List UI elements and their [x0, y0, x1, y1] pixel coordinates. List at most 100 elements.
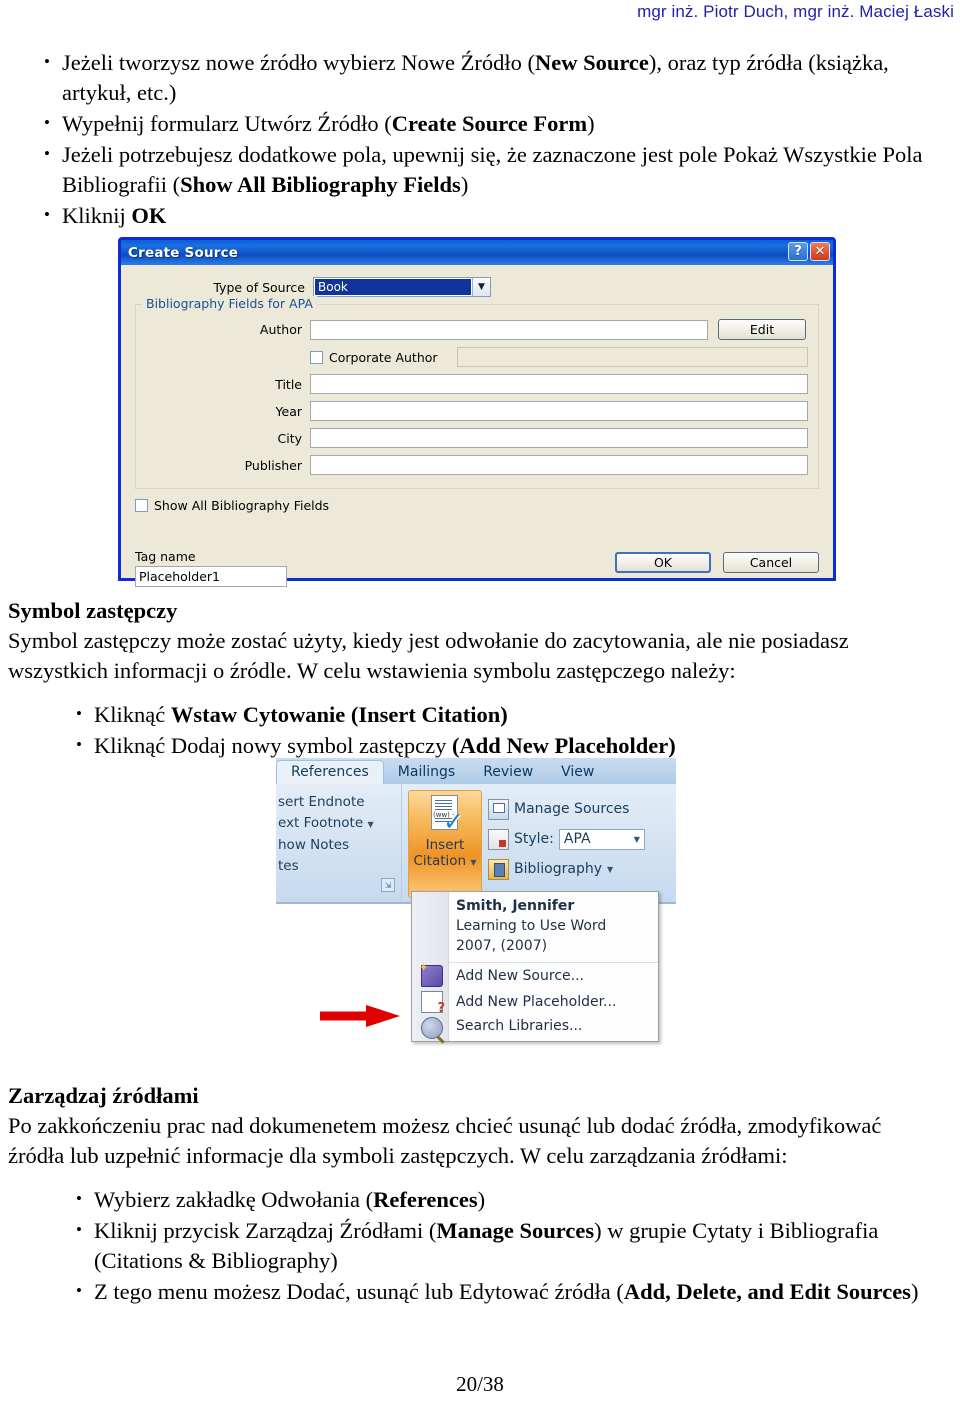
section-paragraph-line-2: wszystkich informacji o źródle. W celu w… — [8, 658, 736, 683]
menu-item-add-new-source[interactable]: Add New Source... — [412, 961, 658, 989]
manage-sources-button[interactable]: Manage Sources — [488, 794, 645, 824]
tab-view[interactable]: View — [547, 761, 608, 784]
type-of-source-label: Type of Source — [213, 279, 305, 295]
dialog-title: Create Source — [128, 244, 239, 261]
city-row: City — [146, 428, 808, 448]
author-label: Author — [259, 322, 302, 337]
bibliography-button[interactable]: Bibliography ▼ — [488, 854, 645, 884]
bullet-bold: (Add New Placeholder) — [452, 733, 676, 758]
footnotes-group-label: tes — [278, 858, 299, 874]
show-all-bibliography-row[interactable]: Show All Bibliography Fields — [135, 498, 819, 513]
footnotes-group: sert Endnote ext Footnote ▼ how Notes te… — [276, 784, 402, 902]
year-row: Year — [146, 401, 808, 421]
top-bullet-list: Jeżeli tworzysz nowe źródło wybierz Nowe… — [36, 47, 948, 231]
title-label: Title — [275, 376, 302, 392]
type-of-source-row: Type of Source Book ▼ — [135, 277, 819, 297]
dialog-body: Type of Source Book ▼ Bibliography Field… — [121, 265, 833, 603]
menu-item-search-libraries[interactable]: Search Libraries... — [412, 1015, 658, 1041]
symbol-zastepczy-block: Symbol zastępczy Symbol zastępczy może z… — [8, 596, 952, 762]
bullet-bold: Create Source Form — [391, 111, 588, 136]
tag-name-input[interactable]: Placeholder1 — [135, 566, 287, 587]
style-label: Style: — [514, 831, 554, 847]
year-label: Year — [275, 403, 302, 419]
author-input[interactable] — [310, 319, 708, 340]
bibliography-fields-group-title: Bibliography Fields for APA — [142, 296, 317, 311]
title-input[interactable] — [310, 374, 808, 394]
publisher-label: Publisher — [244, 457, 302, 473]
middle-bullet-list: Kliknąć Wstaw Cytowanie (Insert Citation… — [68, 699, 952, 761]
top-instructions-block: Jeżeli tworzysz nowe źródło wybierz Nowe… — [36, 47, 948, 232]
corporate-author-input[interactable] — [457, 347, 808, 367]
insert-citation-menu[interactable]: Smith, Jennifer Learning to Use Word 200… — [411, 891, 659, 1042]
annotation-arrow-icon — [320, 1005, 400, 1027]
section-paragraph-line-1: Po zakkończeniu prac nad dokumenetem moż… — [8, 1113, 882, 1138]
edit-author-button[interactable]: Edit — [718, 319, 806, 340]
tab-references[interactable]: References — [276, 760, 384, 784]
bullet-bold: New Source — [534, 50, 649, 75]
bullet-suffix: ) — [587, 111, 595, 136]
insert-citation-button[interactable]: (ww) - ✓ Insert Citation ▼ — [408, 790, 482, 898]
style-select[interactable]: APA ▼ — [558, 828, 645, 850]
style-control[interactable]: Style: APA ▼ — [488, 824, 645, 854]
city-input[interactable] — [310, 428, 808, 448]
bullet-suffix: ) — [477, 1187, 486, 1212]
type-of-source-select[interactable]: Book ▼ — [313, 277, 491, 297]
bullet-text: Kliknij przycisk Zarządzaj Źródłami ( — [94, 1218, 437, 1243]
zarzadzaj-zrodlami-block: Zarządzaj źródłami Po zakkończeniu prac … — [8, 1081, 952, 1308]
ok-button[interactable]: OK — [615, 552, 711, 573]
show-all-bibliography-label: Show All Bibliography Fields — [154, 498, 330, 513]
bullet-suffix: ) — [460, 172, 469, 197]
show-notes-button[interactable]: how Notes — [276, 835, 401, 856]
dialog-footer: Tag name Placeholder1 OK Cancel — [135, 549, 819, 587]
help-icon[interactable]: ? — [788, 242, 808, 261]
insert-endnote-button[interactable]: sert Endnote — [276, 792, 401, 813]
list-item: Jeżeli tworzysz nowe źródło wybierz Nowe… — [36, 47, 948, 108]
bullet-text: Z tego menu możesz Dodać, usunąć lub Edy… — [94, 1279, 624, 1304]
placeholder-question-icon — [421, 991, 445, 1016]
menu-item-add-new-placeholder[interactable]: Add New Placeholder... — [412, 989, 658, 1016]
next-footnote-button[interactable]: ext Footnote ▼ — [276, 813, 401, 835]
author-row: Author Edit — [146, 319, 808, 340]
show-all-bibliography-checkbox[interactable] — [135, 499, 148, 512]
citations-bibliography-group: (ww) - ✓ Insert Citation ▼ Manage Source… — [402, 784, 676, 902]
bullet-bold: Add, Delete, and Edit Sources — [623, 1279, 911, 1304]
insert-citation-label: Insert Citation ▼ — [413, 837, 477, 869]
corporate-author-label: Corporate Author — [329, 349, 438, 365]
tab-mailings[interactable]: Mailings — [384, 761, 469, 784]
tab-review[interactable]: Review — [469, 761, 547, 784]
citations-commands-column: Manage Sources Style: APA ▼ Bibliography… — [482, 790, 645, 902]
bullet-bold: Show All Bibliography Fields — [180, 172, 461, 197]
search-library-icon — [421, 1017, 443, 1039]
section-heading: Zarządzaj źródłami — [8, 1083, 199, 1108]
section-heading: Symbol zastępczy — [8, 598, 178, 623]
corporate-author-checkbox[interactable] — [310, 350, 323, 364]
publisher-row: Publisher — [146, 455, 808, 475]
type-of-source-value: Book — [315, 279, 471, 295]
insert-citation-icon: (ww) - ✓ — [428, 795, 464, 835]
list-item: Kliknąć Wstaw Cytowanie (Insert Citation… — [68, 699, 952, 730]
ribbon-tab-bar: References Mailings Review View — [276, 758, 676, 784]
source-title: Learning to Use Word 2007, (2007) — [456, 918, 607, 954]
publisher-input[interactable] — [310, 455, 808, 475]
bullet-text: Wybierz zakładkę Odwołania ( — [94, 1187, 374, 1212]
menu-item-label: Add New Source... — [456, 968, 584, 984]
create-source-dialog[interactable]: Create Source ? ✕ Type of Source Book ▼ … — [118, 237, 836, 587]
cancel-button[interactable]: Cancel — [723, 552, 819, 573]
list-item: Kliknąć Dodaj nowy symbol zastępczy (Add… — [68, 730, 952, 761]
bullet-text: Kliknij — [62, 203, 132, 228]
dialog-action-buttons: OK Cancel — [615, 552, 819, 573]
chevron-down-icon[interactable]: ▼ — [472, 278, 490, 296]
list-item: Z tego menu możesz Dodać, usunąć lub Edy… — [68, 1276, 952, 1307]
bibliography-label: Bibliography — [514, 861, 602, 877]
year-input[interactable] — [310, 401, 808, 421]
dialog-launcher-icon[interactable]: ⇲ — [381, 878, 395, 892]
bullet-suffix: ) — [910, 1279, 919, 1304]
titlebar-buttons: ? ✕ — [788, 242, 830, 261]
manage-sources-icon — [488, 798, 509, 820]
chevron-down-icon: ▼ — [633, 834, 640, 844]
bullet-bold: OK — [131, 203, 167, 228]
bibliography-fields-group: Bibliography Fields for APA Author Edit … — [135, 296, 819, 489]
close-icon[interactable]: ✕ — [810, 242, 830, 261]
dialog-titlebar[interactable]: Create Source ? ✕ — [121, 240, 833, 265]
bullet-text: Jeżeli tworzysz nowe źródło wybierz Nowe… — [62, 50, 535, 75]
